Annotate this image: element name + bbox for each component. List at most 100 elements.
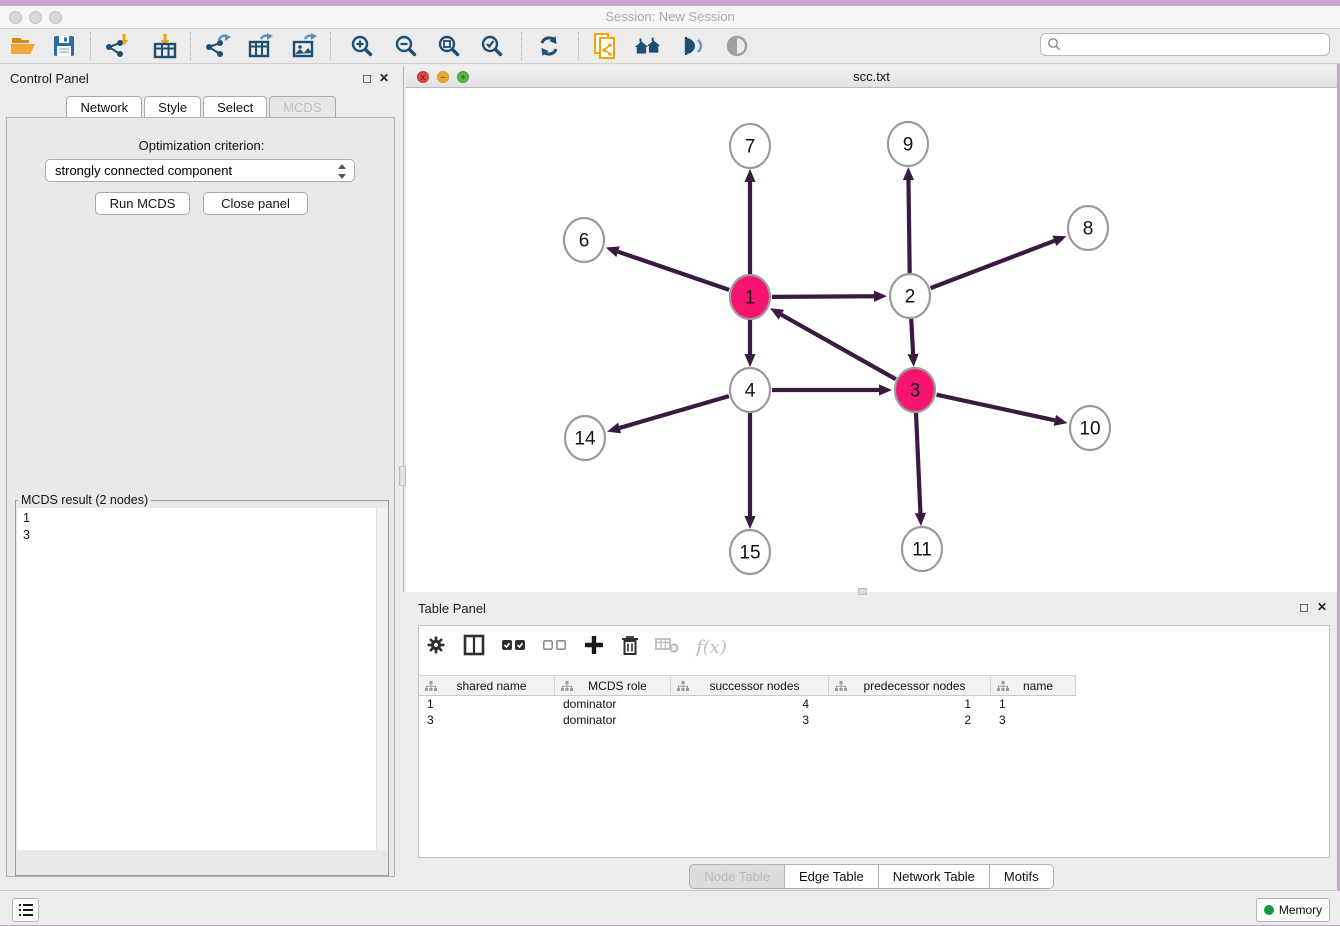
export-network-icon[interactable] [203,32,233,60]
refresh-icon[interactable] [534,32,564,60]
cell-MCDS-role[interactable]: dominator [555,696,671,712]
list-icon [18,903,34,917]
window-minimize-button[interactable] [29,11,42,24]
result-scrollbar[interactable] [376,508,387,850]
tab-mcds[interactable]: MCDS [269,96,335,118]
cell-name[interactable]: 1 [991,696,1076,712]
select-all-checkboxes-icon[interactable] [501,638,527,657]
import-table-icon[interactable] [150,32,180,60]
graph-arrowhead [907,354,918,367]
cell-name[interactable]: 3 [991,712,1076,728]
task-history-button[interactable] [12,898,39,922]
control-panel-close-icon[interactable]: ✕ [379,72,389,84]
delete-column-icon[interactable] [620,634,640,661]
export-image-icon[interactable] [290,32,320,60]
column-layout-icon[interactable] [462,633,486,662]
window-close-button[interactable] [9,11,22,24]
tab-edge-table[interactable]: Edge Table [785,864,879,889]
graph-edge-2-3[interactable] [911,318,913,354]
memory-button[interactable]: Memory [1256,898,1330,922]
cell-shared-name[interactable]: 3 [419,712,555,728]
tab-node-table[interactable]: Node Table [689,864,785,889]
open-session-icon[interactable] [8,32,38,60]
vertical-splitter-handle[interactable] [399,466,406,486]
graph-edge-3-11[interactable] [916,412,920,513]
graph-edge-1-2[interactable] [772,296,874,297]
delete-table-icon[interactable] [655,635,681,660]
graph-arrowhead [903,167,914,180]
preview-eye-icon[interactable] [722,32,752,60]
table-row[interactable]: 1dominator411 [419,696,1076,712]
save-session-icon[interactable] [49,32,79,60]
criterion-select[interactable]: strongly connected component [45,159,355,182]
graph-edge-1-6[interactable] [618,252,729,290]
zoom-out-icon[interactable] [391,32,421,60]
tab-motifs[interactable]: Motifs [990,864,1054,889]
mcds-result-box: MCDS result (2 nodes) 1 3 [15,493,389,876]
table-panel-title: Table Panel [418,601,486,616]
column-header-successor-nodes[interactable]: successor nodes [671,675,829,696]
network-zoom-button[interactable]: + [457,71,469,83]
tab-network-table[interactable]: Network Table [879,864,990,889]
network-close-button[interactable]: x [417,71,429,83]
graph-arrowhead [915,513,926,526]
control-panel-float-icon[interactable]: ◻ [362,72,372,84]
panel-divider[interactable] [403,66,404,592]
table-settings-gear-icon[interactable] [425,634,447,661]
window-titlebar: Session: New Session [0,6,1340,29]
add-column-icon[interactable] [583,634,605,661]
search-input[interactable] [1062,37,1329,53]
function-builder-icon: f(x) [696,637,727,658]
tab-style[interactable]: Style [144,96,201,118]
graph-edge-2-9[interactable] [908,180,909,274]
zoom-selected-icon[interactable] [477,32,507,60]
graph-arrowhead [1052,236,1066,246]
table-panel-close-icon[interactable]: ✕ [1317,601,1327,613]
graph-arrowhead [874,291,887,302]
run-mcds-button[interactable]: Run MCDS [95,192,190,215]
graph-node-label: 1 [745,288,756,309]
column-header-MCDS-role[interactable]: MCDS role [555,675,671,696]
zoom-fit-icon[interactable] [434,32,464,60]
table-panel-header: Table Panel ◻ ✕ [406,595,1337,619]
graph-arrowhead [744,354,755,367]
cell-successor-nodes[interactable]: 3 [671,712,829,728]
window-zoom-button[interactable] [49,11,62,24]
cell-predecessor-nodes[interactable]: 2 [829,712,991,728]
graph-edge-2-8[interactable] [931,241,1055,288]
cell-shared-name[interactable]: 1 [419,696,555,712]
tab-select[interactable]: Select [203,96,267,118]
cell-successor-nodes[interactable]: 4 [671,696,829,712]
close-panel-button[interactable]: Close panel [203,192,308,215]
graph-node-label: 10 [1079,419,1100,440]
cell-predecessor-nodes[interactable]: 1 [829,696,991,712]
export-table-icon[interactable] [246,32,276,60]
zoom-in-icon[interactable] [347,32,377,60]
tab-network[interactable]: Network [66,96,142,118]
horizontal-splitter-handle[interactable] [858,588,867,595]
graph-arrowhead [606,246,620,257]
toggle-visibility-icon[interactable] [677,32,707,60]
column-header-predecessor-nodes[interactable]: predecessor nodes [829,675,991,696]
optimization-criterion-label: Optimization criterion: [7,138,396,153]
network-view-canvas[interactable]: 7968124314101511 [406,88,1337,592]
toolbar-separator [90,32,92,60]
home-icon[interactable] [633,32,663,60]
select-chevrons-icon [337,163,347,183]
network-minimize-button[interactable]: – [437,71,449,83]
mcds-result-text[interactable]: 1 3 [17,508,387,850]
column-header-name[interactable]: name [991,675,1076,696]
graph-arrowhead [1054,415,1068,426]
table-panel-float-icon[interactable]: ◻ [1299,601,1309,613]
graph-edge-3-1[interactable] [781,315,895,380]
graph-edge-3-10[interactable] [936,395,1054,421]
table-row[interactable]: 3dominator323 [419,712,1076,728]
import-network-icon[interactable] [103,32,133,60]
graph-edge-4-14[interactable] [620,396,729,428]
column-header-shared-name[interactable]: shared name [419,675,555,696]
graph-node-label: 7 [745,137,756,158]
deselect-all-checkboxes-icon[interactable] [542,638,568,657]
network-window-titlebar[interactable]: x – + scc.txt [406,66,1337,88]
cell-MCDS-role[interactable]: dominator [555,712,671,728]
copy-network-icon[interactable] [590,32,620,60]
